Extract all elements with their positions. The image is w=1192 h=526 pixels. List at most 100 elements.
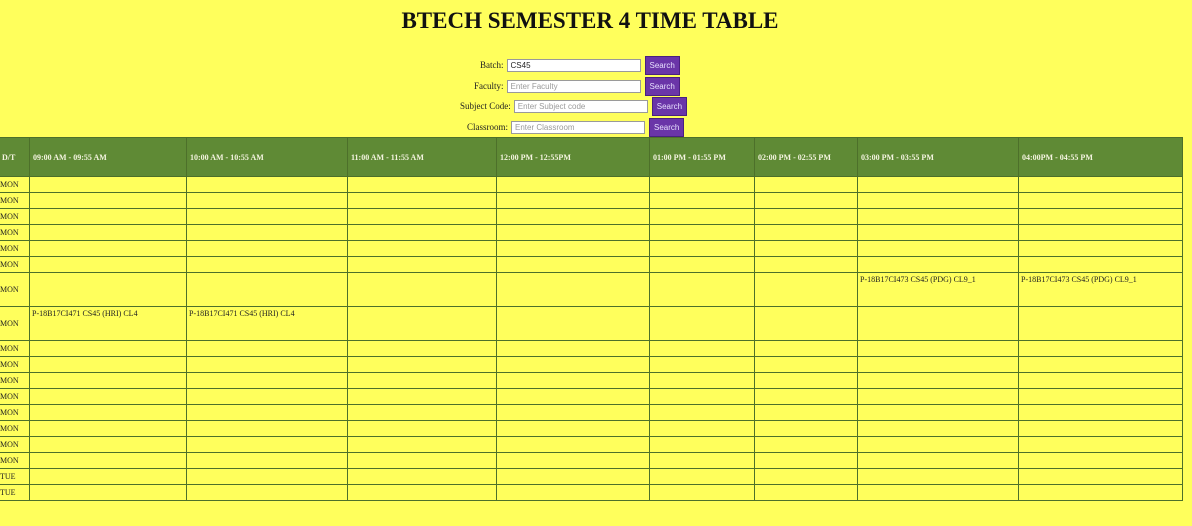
header-slot: 01:00 PM - 01:55 PM [649, 137, 755, 177]
day-cell: MON [0, 306, 30, 341]
slot-cell [347, 192, 497, 209]
slot-cell [347, 306, 497, 341]
slot-cell [186, 224, 348, 241]
slot-cell [347, 452, 497, 469]
slot-cell [754, 240, 858, 257]
slot-cell [186, 436, 348, 453]
class-entry-cell: P-18B17CI473 CS45 (PDG) CL9_1 [857, 272, 1019, 307]
timetable-header-row: D/T 09:00 AM - 09:55 AM 10:00 AM - 10:55 A… [0, 137, 1183, 177]
slot-cell [1018, 256, 1183, 273]
slot-cell [496, 372, 650, 389]
day-cell: MON [0, 240, 30, 257]
slot-cell [754, 420, 858, 437]
slot-cell [186, 404, 348, 421]
slot-cell [649, 356, 755, 373]
slot-cell [496, 388, 650, 405]
slot-cell [754, 388, 858, 405]
slot-cell [186, 372, 348, 389]
slot-cell [186, 452, 348, 469]
batch-label: Batch: [480, 60, 504, 70]
header-slot: 11:00 AM - 11:55 AM [347, 137, 497, 177]
slot-cell [754, 340, 858, 357]
slot-cell [649, 240, 755, 257]
slot-cell [496, 208, 650, 225]
table-row: MON [0, 388, 1183, 405]
slot-cell [186, 388, 348, 405]
slot-cell [496, 452, 650, 469]
header-slot: 02:00 PM - 02:55 PM [754, 137, 858, 177]
table-row: MON [0, 356, 1183, 373]
slot-cell [347, 388, 497, 405]
batch-search-button[interactable]: Search [644, 55, 680, 75]
slot-cell [649, 340, 755, 357]
header-slot: 12:00 PM - 12:55PM [496, 137, 650, 177]
slot-cell [29, 372, 187, 389]
table-row: MON [0, 452, 1183, 469]
day-cell: MON [0, 436, 30, 453]
subject-search-button[interactable]: Search [651, 96, 688, 116]
slot-cell [1018, 404, 1183, 421]
slot-cell [496, 484, 650, 501]
slot-cell [29, 484, 187, 501]
slot-cell [347, 356, 497, 373]
classroom-search-button[interactable]: Search [649, 117, 685, 137]
table-row: MON [0, 192, 1183, 209]
slot-cell [29, 452, 187, 469]
slot-cell [347, 256, 497, 273]
slot-cell [857, 208, 1019, 225]
timetable: D/T 09:00 AM - 09:55 AM 10:00 AM - 10:55 A… [0, 137, 1183, 501]
table-row: MON P-18B17CI473 CS45 (PDG) CL9_1 P-18B17C… [0, 272, 1183, 307]
slot-cell [186, 176, 348, 193]
slot-cell [1018, 484, 1183, 501]
day-cell: MON [0, 420, 30, 437]
faculty-search-button[interactable]: Search [644, 76, 680, 96]
table-row: TUE [0, 468, 1183, 485]
slot-cell [857, 484, 1019, 501]
faculty-input[interactable] [506, 79, 641, 93]
day-cell: MON [0, 404, 30, 421]
slot-cell [1018, 192, 1183, 209]
classroom-input[interactable] [511, 120, 646, 134]
day-cell: TUE [0, 484, 30, 501]
slot-cell [649, 256, 755, 273]
slot-cell [496, 306, 650, 341]
class-entry-cell: P-18B17CI471 CS45 (HRI) CL4 [186, 306, 348, 341]
table-row: MON [0, 224, 1183, 241]
table-row: MON [0, 436, 1183, 453]
slot-cell [347, 484, 497, 501]
slot-cell [186, 356, 348, 373]
slot-cell [347, 420, 497, 437]
header-day-time: D/T [0, 137, 30, 177]
slot-cell [649, 404, 755, 421]
slot-cell [649, 452, 755, 469]
slot-cell [496, 176, 650, 193]
slot-cell [754, 306, 858, 341]
slot-cell [649, 388, 755, 405]
table-row: MON P-18B17CI471 CS45 (HRI) CL4 P-18B17CI4… [0, 306, 1183, 341]
table-row: MON [0, 176, 1183, 193]
slot-cell [347, 404, 497, 421]
slot-cell [754, 404, 858, 421]
slot-cell [186, 484, 348, 501]
slot-cell [29, 224, 187, 241]
slot-cell [1018, 208, 1183, 225]
classroom-row: Classroom: Search [467, 117, 685, 137]
slot-cell [754, 224, 858, 241]
batch-input[interactable] [506, 58, 641, 72]
subject-code-input[interactable] [513, 99, 648, 113]
slot-cell [29, 404, 187, 421]
table-row: MON [0, 372, 1183, 389]
page: BTECH SEMESTER 4 TIME TABLE Batch: Searc… [0, 0, 1192, 526]
slot-cell [496, 272, 650, 307]
faculty-label: Faculty: [474, 81, 504, 91]
slot-cell [29, 436, 187, 453]
slot-cell [347, 208, 497, 225]
slot-cell [857, 340, 1019, 357]
slot-cell [1018, 468, 1183, 485]
slot-cell [857, 436, 1019, 453]
header-slot: 03:00 PM - 03:55 PM [857, 137, 1019, 177]
slot-cell [754, 272, 858, 307]
classroom-label: Classroom: [467, 122, 509, 132]
slot-cell [1018, 452, 1183, 469]
slot-cell [1018, 436, 1183, 453]
